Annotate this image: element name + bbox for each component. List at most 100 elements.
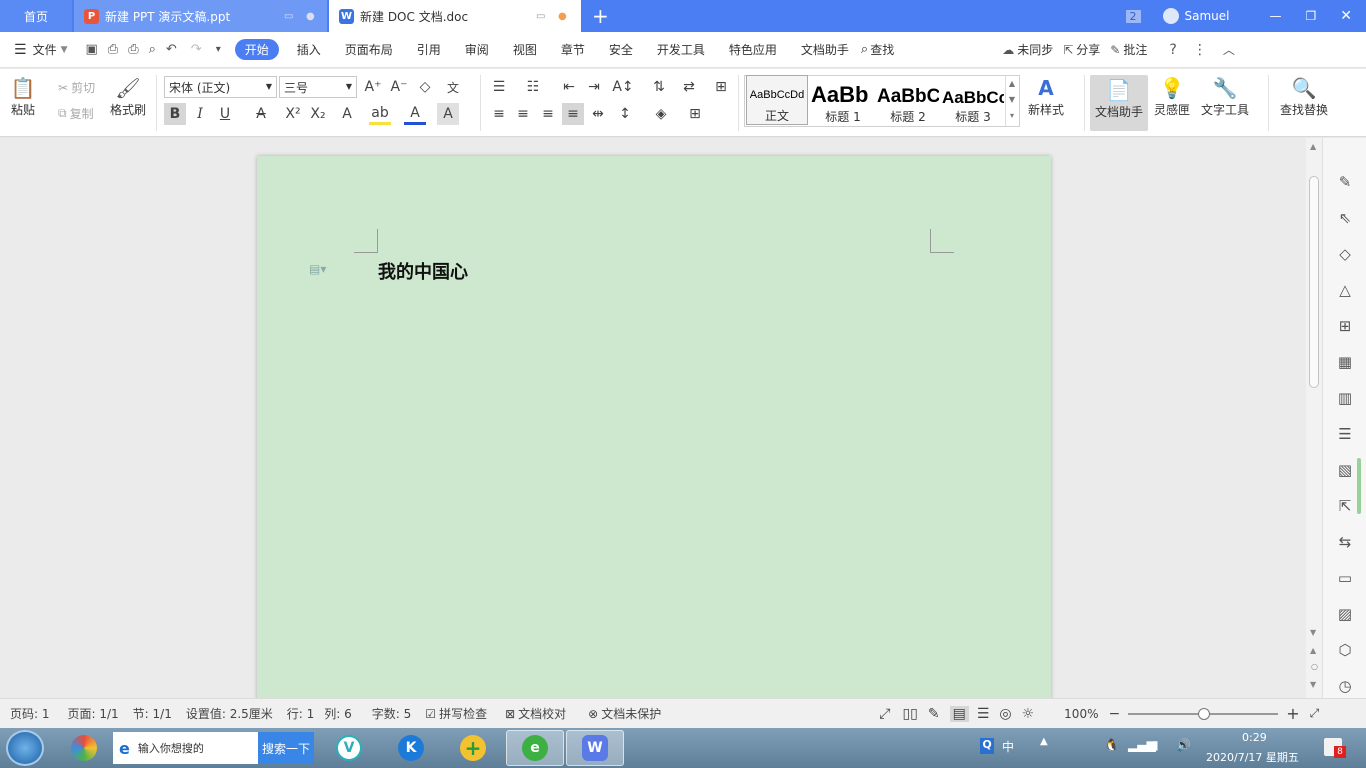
shapes-icon[interactable]: ◇ [1335,244,1355,264]
highlight-icon[interactable]: ab [369,103,391,125]
find-menu[interactable]: 查找 [870,41,894,58]
clear-format-icon[interactable]: ◇ [414,76,436,98]
user-name[interactable]: Samuel [1185,9,1230,23]
status-word-count[interactable]: 字数: 5 [372,705,412,722]
numbering-icon[interactable]: ☷ [522,76,544,98]
help-icon[interactable]: ? [1169,42,1176,58]
archive-icon[interactable]: ▭ [1335,568,1355,588]
grow-font-icon[interactable]: A⁺ [362,76,384,98]
proofread-button[interactable]: 文档校对 [518,705,566,722]
undo-icon[interactable]: ↶ [166,42,177,57]
status-col[interactable]: 列: 6 [324,705,352,722]
image-icon[interactable]: ▧ [1335,460,1355,480]
clock-time[interactable]: 0:29 [1242,731,1267,744]
share-button[interactable]: 分享 [1076,41,1100,58]
paste-button[interactable]: 📋 粘贴 [10,75,36,118]
borders-icon[interactable]: ⊞ [684,103,706,125]
next-page-icon[interactable]: ▼ [1310,680,1316,689]
status-row[interactable]: 行: 1 [287,705,315,722]
apps-icon[interactable]: ▦ [1335,352,1355,372]
add-tab-button[interactable]: + [592,4,609,28]
taskbar-app-k[interactable]: K [387,730,435,766]
align-left-icon[interactable]: ≡ [488,103,510,125]
menu-developer[interactable]: 开发工具 [645,41,717,58]
web-view-icon[interactable]: ◎ [999,706,1011,722]
taskbar-app-plus[interactable]: + [449,730,497,766]
distribute-icon[interactable]: ⇹ [587,103,609,125]
comment-button[interactable]: 批注 [1123,41,1147,58]
phonetic-icon[interactable]: 文 [442,76,464,98]
text-direction-icon[interactable]: A↕ [612,76,634,98]
table-layout-icon[interactable]: ⊞ [710,76,732,98]
clock-date[interactable]: 2020/7/17 星期五 [1206,749,1299,765]
shrink-font-icon[interactable]: A⁻ [388,76,410,98]
outline-view-icon[interactable]: ☰ [977,706,990,722]
cut-button[interactable]: ✂ 剪切 [58,79,95,96]
shading-icon[interactable]: ◈ [650,103,672,125]
translate-icon[interactable]: ⇆ [1335,532,1355,552]
ime-mode[interactable]: 中 [1002,738,1014,755]
bold-icon[interactable]: B [164,103,186,125]
zoom-slider-thumb[interactable] [1198,707,1211,720]
status-setting[interactable]: 设置值: 2.5厘米 [186,705,273,722]
edit-icon[interactable]: ✎ [1335,172,1355,192]
save-icon[interactable]: ▣ [86,42,98,57]
find-replace-button[interactable]: 🔍 查找替换 [1280,75,1328,118]
subscript-icon[interactable]: X₂ [307,103,329,125]
menu-doc-assistant[interactable]: 文档助手 [789,41,861,58]
select-icon[interactable]: ⇖ [1335,208,1355,228]
restore-icon[interactable]: ❐ [1306,9,1317,23]
prev-page-icon[interactable]: ▲ [1310,646,1316,655]
menu-insert[interactable]: 插入 [285,41,333,58]
taskbar-app-browser[interactable]: e [506,730,564,766]
print-icon[interactable]: ⎙ [128,42,138,57]
bullets-icon[interactable]: ☰ [488,76,510,98]
tab-home[interactable]: 首页 [0,0,72,32]
font-name-select[interactable]: 宋体 (正文) ▼ [164,76,277,98]
pen-icon[interactable]: ✎ [928,706,940,722]
style-heading-1[interactable]: AaBb 标题 1 [811,75,875,125]
eye-protect-icon[interactable]: ☼ [1022,706,1035,722]
select-browse-icon[interactable]: ○ [1311,662,1318,671]
taskbar-app-colors[interactable] [60,730,108,766]
comment-icon[interactable]: ✎ [1110,43,1120,57]
menu-features[interactable]: 特色应用 [717,41,789,58]
close-tab-icon[interactable]: ● [306,11,315,22]
minimize-icon[interactable]: — [1270,9,1282,23]
font-size-select[interactable]: 三号 ▼ [279,76,357,98]
document-canvas[interactable]: ▤▾ 我的中国心 [0,138,1306,698]
qq-icon[interactable]: 🐧 [1104,738,1119,752]
chart-icon[interactable]: ▥ [1335,388,1355,408]
document-title[interactable]: 我的中国心 [378,258,468,284]
underline-icon[interactable]: U [214,103,236,125]
redo-icon[interactable]: ↷ [191,42,202,57]
device-icon[interactable]: ▮ [1152,738,1159,752]
unsaved-dot-icon[interactable]: ● [558,11,567,22]
share-icon[interactable]: ⇱ [1063,43,1073,57]
collapse-ribbon-icon[interactable]: ︿ [1223,41,1235,58]
taskbar-app-wps[interactable]: W [566,730,624,766]
volume-icon[interactable]: 🔊 [1176,738,1191,752]
tray-expand-icon[interactable]: ▲ [1040,736,1048,747]
taskbar-app-v[interactable]: V [325,730,373,766]
cloud-icon[interactable]: ☁ [1002,43,1014,57]
char-shading-icon[interactable]: A [437,103,459,125]
style-heading-2[interactable]: AaBbC 标题 2 [877,75,939,125]
table-icon[interactable]: ⊞ [1335,316,1355,336]
text-tools-button[interactable]: 🔧 文字工具 [1201,75,1249,118]
new-style-button[interactable]: A 新样式 [1028,75,1064,118]
justify-icon[interactable]: ≡ [562,103,584,125]
more-icon[interactable]: ⋮ [1193,42,1207,58]
screen-icon[interactable]: ▭ [536,11,545,22]
history-icon[interactable]: ◷ [1335,676,1355,696]
avatar[interactable] [1162,8,1179,24]
picture-icon[interactable]: ▨ [1335,604,1355,624]
menu-home[interactable]: 开始 [234,39,279,60]
search-icon[interactable]: ⌕ [861,42,868,57]
strikethrough-icon[interactable]: A [250,103,272,125]
inspiration-button[interactable]: 💡 灵感匣 [1154,75,1190,118]
status-page-number[interactable]: 页码: 1 [10,705,50,722]
file-menu[interactable]: 文件 [33,41,57,58]
doc-assistant-button[interactable]: 📄 文档助手 [1090,75,1148,131]
copy-button[interactable]: ⧉ 复制 [58,105,94,122]
